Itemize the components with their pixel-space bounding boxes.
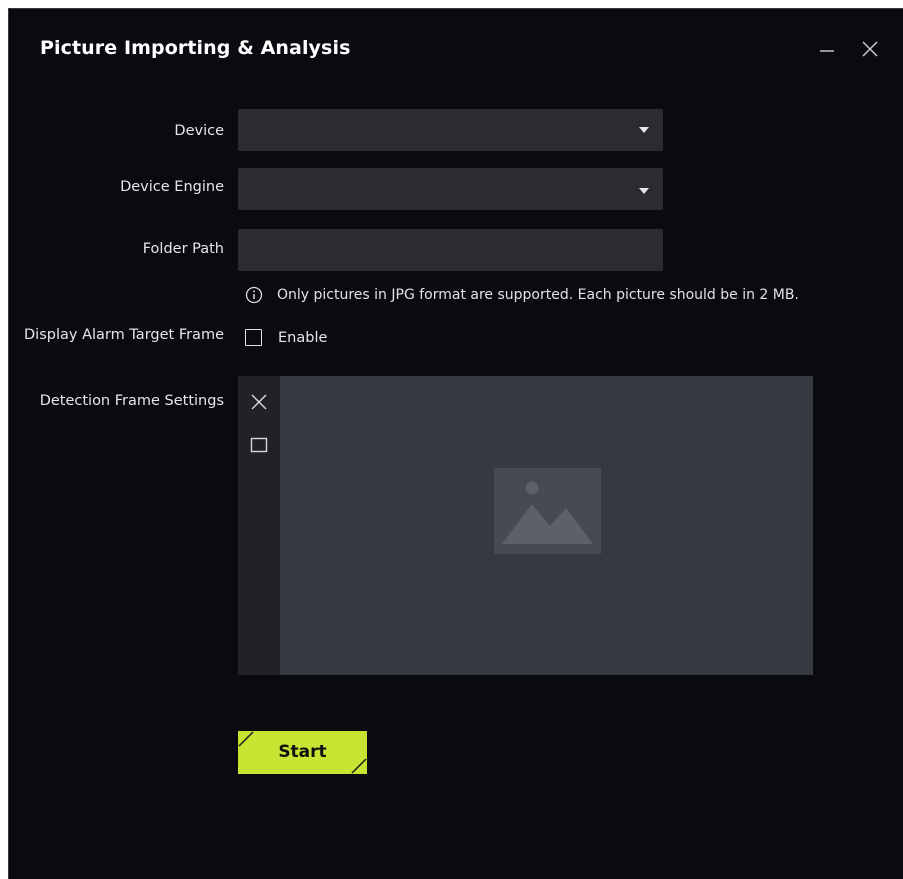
device-label: Device	[174, 123, 224, 139]
picture-preview-area[interactable]	[280, 376, 813, 675]
format-info-text: Only pictures in JPG format are supporte…	[277, 287, 799, 303]
clear-frame-button[interactable]	[249, 392, 269, 412]
start-button[interactable]: Start	[238, 731, 367, 774]
folder-path-input[interactable]	[238, 229, 663, 271]
device-engine-select[interactable]	[238, 168, 663, 210]
close-button[interactable]	[860, 39, 880, 59]
screen: Picture Importing & Analysis Device Devi…	[0, 0, 903, 879]
draw-frame-button[interactable]	[249, 435, 269, 455]
display-alarm-target-frame-label: Display Alarm Target Frame	[24, 327, 224, 343]
chevron-down-icon	[639, 127, 649, 133]
device-select[interactable]	[238, 109, 663, 151]
info-icon	[245, 286, 263, 304]
dialog-title: Picture Importing & Analysis	[40, 37, 351, 59]
chevron-down-icon	[639, 188, 649, 194]
enable-checkbox[interactable]	[245, 329, 262, 346]
minimize-icon	[820, 50, 834, 52]
close-icon	[251, 394, 267, 410]
detection-frame-settings-label: Detection Frame Settings	[39, 393, 224, 409]
folder-path-label: Folder Path	[142, 241, 224, 257]
detection-tool-strip	[238, 376, 280, 675]
image-placeholder-icon	[494, 468, 601, 554]
minimize-button[interactable]	[817, 39, 837, 59]
start-button-label: Start	[278, 742, 327, 762]
enable-checkbox-row[interactable]: Enable	[245, 329, 327, 346]
rectangle-icon	[250, 437, 268, 453]
enable-label: Enable	[278, 329, 328, 346]
picture-importing-dialog: Picture Importing & Analysis Device Devi…	[8, 8, 903, 879]
close-icon	[862, 41, 878, 57]
format-info-note: Only pictures in JPG format are supporte…	[245, 286, 799, 304]
device-engine-label: Device Engine	[120, 179, 224, 195]
detection-frame-panel	[238, 376, 813, 675]
